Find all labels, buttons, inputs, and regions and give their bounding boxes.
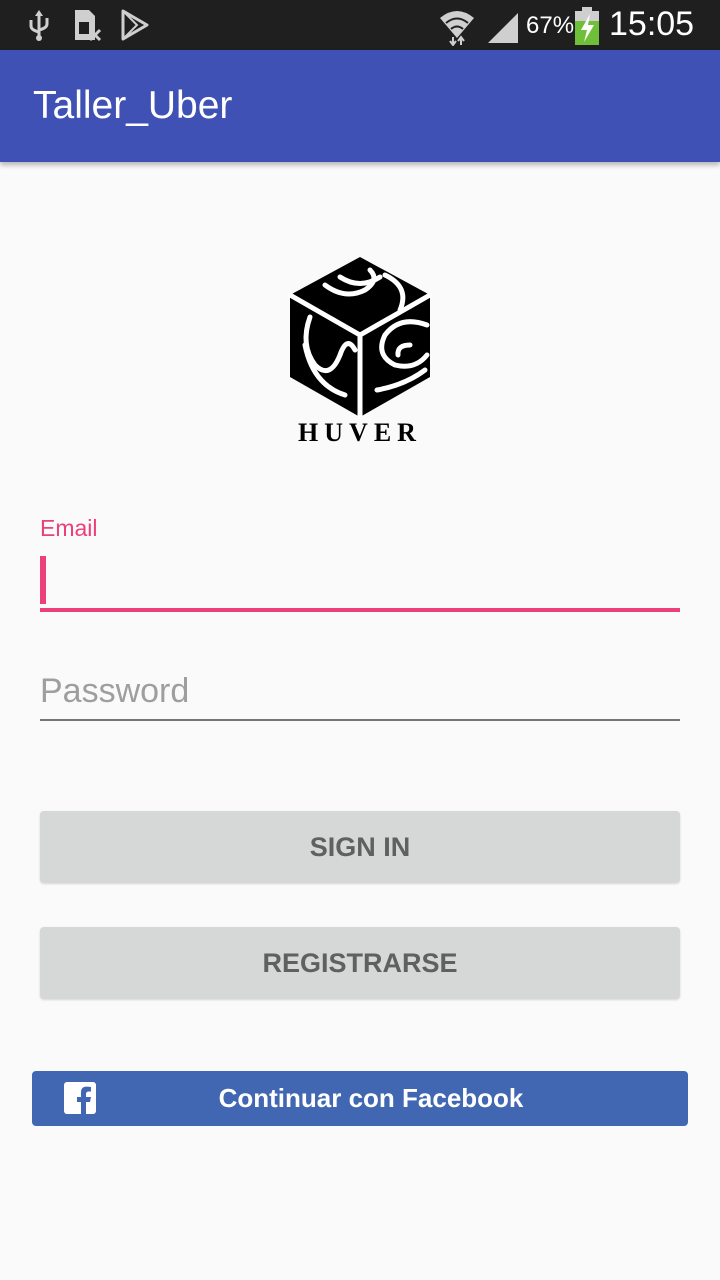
status-bar: 67% 15:05 <box>0 0 720 50</box>
battery-percent: 67% <box>526 12 575 39</box>
email-underline <box>40 608 680 612</box>
app-bar: Taller_Uber <box>0 50 720 162</box>
register-button[interactable]: REGISTRARSE <box>40 927 680 999</box>
text-cursor <box>40 556 46 604</box>
app-title: Taller_Uber <box>33 84 233 127</box>
sign-in-button[interactable]: SIGN IN <box>40 811 680 883</box>
cube-logo-icon <box>287 257 433 420</box>
signal-icon <box>488 13 518 43</box>
password-underline <box>40 719 680 721</box>
app-logo: HUVER <box>285 255 435 450</box>
email-field[interactable] <box>40 552 680 608</box>
play-store-icon <box>121 9 149 41</box>
logo-wordmark: HUVER <box>298 418 422 447</box>
clock: 15:05 <box>609 5 695 43</box>
sim-icon <box>75 10 102 42</box>
facebook-login-button[interactable]: Continuar con Facebook <box>32 1071 688 1126</box>
password-field[interactable] <box>40 664 680 718</box>
usb-icon <box>29 10 49 41</box>
battery-charging-icon <box>575 7 599 45</box>
email-label: Email <box>40 515 98 541</box>
wifi-icon <box>440 11 474 46</box>
facebook-button-label: Continuar con Facebook <box>218 1083 524 1113</box>
